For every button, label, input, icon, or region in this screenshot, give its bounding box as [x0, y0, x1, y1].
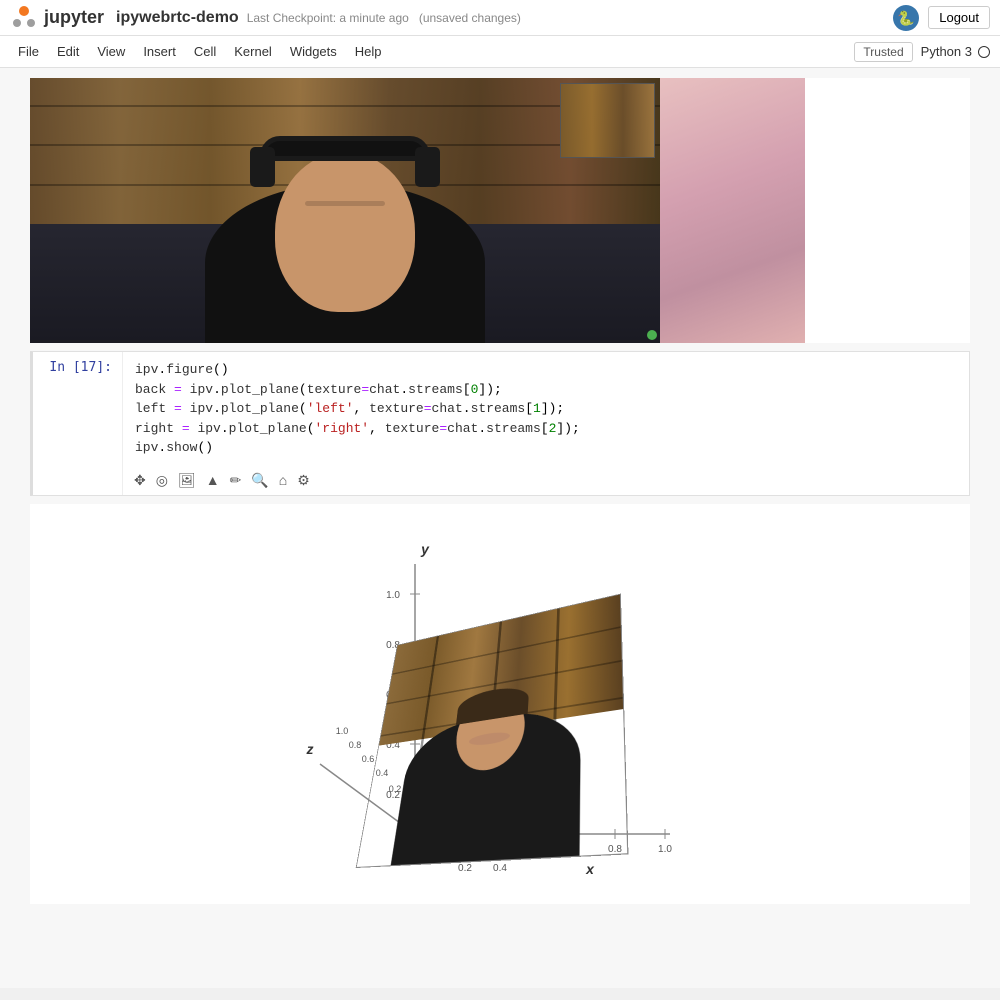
svg-text:1.0: 1.0 [386, 590, 400, 601]
code-line-3: left = ipv.plot_plane('left', texture=ch… [135, 399, 957, 419]
logout-button[interactable]: Logout [928, 6, 990, 29]
checkpoint-info: Last Checkpoint: a minute ago (unsaved c… [247, 11, 521, 25]
toolbar-up-icon[interactable]: ▲ [203, 470, 223, 490]
svg-text:y: y [420, 541, 430, 557]
svg-text:z: z [306, 741, 314, 757]
code-line-5: ipv.show() [135, 438, 957, 458]
pip-video [560, 83, 655, 158]
main-video [30, 78, 660, 343]
plot-canvas: 1.0 0.8 0.6 0.4 0.2 0.2 0.4 0.6 0.8 1.0 … [300, 514, 700, 894]
menu-kernel[interactable]: Kernel [226, 41, 280, 62]
cell-code[interactable]: ipv.figure() back = ipv.plot_plane(textu… [123, 352, 969, 466]
topbar-right: 🐍 Logout [892, 4, 990, 32]
svg-text:0.8: 0.8 [349, 740, 362, 750]
svg-text:0.6: 0.6 [362, 754, 375, 764]
svg-text:0.2: 0.2 [458, 863, 472, 874]
menubar: File Edit View Insert Cell Kernel Widget… [0, 36, 1000, 68]
menu-edit[interactable]: Edit [49, 41, 87, 62]
video-area [30, 78, 970, 343]
menu-view[interactable]: View [89, 41, 133, 62]
code-line-2: back = ipv.plot_plane(texture=chat.strea… [135, 380, 957, 400]
bottom-spacer [0, 904, 1000, 924]
code-line-4: right = ipv.plot_plane('right', texture=… [135, 419, 957, 439]
toolbar-search-icon[interactable]: 🔍 [248, 470, 271, 491]
kernel-status-circle [978, 46, 990, 58]
jupyter-text: jupyter [44, 7, 104, 28]
menubar-right: Trusted Python 3 [854, 42, 990, 62]
toolbar-pencil-icon[interactable]: ✏ [227, 470, 245, 491]
menu-insert[interactable]: Insert [135, 41, 184, 62]
menu-file[interactable]: File [10, 41, 47, 62]
jupyter-logo: jupyter [10, 4, 104, 32]
menu-widgets[interactable]: Widgets [282, 41, 345, 62]
cell-content: ipv.figure() back = ipv.plot_plane(textu… [123, 352, 969, 495]
toolbar-image-icon[interactable]: 🖼 [175, 470, 199, 491]
cell-toolbar: ✥ ◎ 🖼 ▲ ✏ 🔍 ⌂ ⚙ [123, 466, 969, 495]
svg-text:1.0: 1.0 [658, 844, 672, 855]
video-status-indicator [647, 330, 657, 340]
side-video-content [660, 78, 805, 343]
topbar: jupyter ipywebrtc-demo Last Checkpoint: … [0, 0, 1000, 36]
svg-text:1.0: 1.0 [336, 726, 349, 736]
svg-text:0.4: 0.4 [493, 863, 507, 874]
notebook: In [17]: ipv.figure() back = ipv.plot_pl… [0, 68, 1000, 988]
toolbar-home-icon[interactable]: ⌂ [276, 470, 290, 490]
svg-text:x: x [585, 861, 595, 877]
menu-help[interactable]: Help [347, 41, 390, 62]
notebook-title: ipywebrtc-demo [116, 9, 239, 27]
code-cell: In [17]: ipv.figure() back = ipv.plot_pl… [30, 351, 970, 496]
side-video [660, 78, 805, 343]
toolbar-settings-icon[interactable]: ⚙ [294, 470, 313, 491]
svg-text:🐍: 🐍 [898, 10, 915, 27]
trusted-badge: Trusted [854, 42, 912, 62]
jupyter-logo-icon [10, 4, 38, 32]
toolbar-crosshair-icon[interactable]: ✥ [131, 470, 149, 491]
cell-prompt: In [17]: [33, 352, 123, 495]
kernel-info: Python 3 [921, 44, 990, 59]
python-logo-icon: 🐍 [892, 4, 920, 32]
menu-cell[interactable]: Cell [186, 41, 224, 62]
kernel-name: Python 3 [921, 44, 972, 59]
code-line-1: ipv.figure() [135, 360, 957, 380]
toolbar-circle-icon[interactable]: ◎ [153, 470, 171, 491]
plot-output-area: 1.0 0.8 0.6 0.4 0.2 0.2 0.4 0.6 0.8 1.0 … [30, 504, 970, 904]
